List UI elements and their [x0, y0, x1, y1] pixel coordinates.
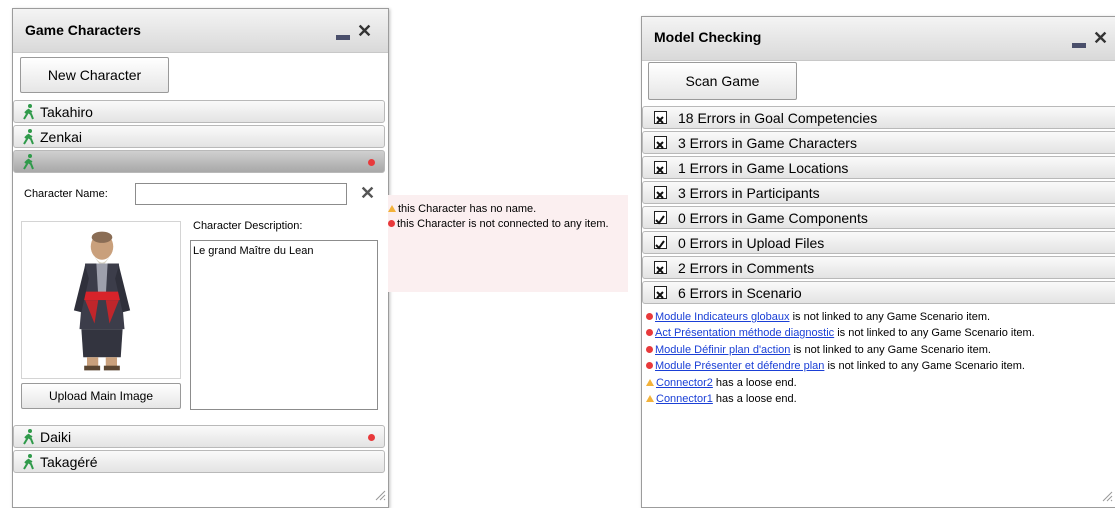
- x-box-icon: [654, 136, 667, 149]
- scenario-item-link[interactable]: Act Présentation méthode diagnostic: [655, 327, 834, 339]
- x-box-icon: [654, 161, 667, 174]
- error-category-row[interactable]: 18 Errors in Goal Competencies: [642, 106, 1115, 129]
- error-dot-icon: [646, 346, 653, 353]
- x-box-icon: [654, 186, 667, 199]
- character-portrait-image: [73, 231, 131, 371]
- scenario-detail-line: Module Présenter et défendre plan is not…: [646, 360, 1025, 373]
- scenario-detail-line: Act Présentation méthode diagnostic is n…: [646, 327, 1035, 340]
- character-description-label: Character Description:: [193, 220, 303, 232]
- scenario-detail-line: Module Définir plan d'action is not link…: [646, 344, 991, 357]
- clear-name-icon[interactable]: ✕: [360, 184, 375, 202]
- character-row-daiki[interactable]: Daiki: [13, 425, 385, 448]
- close-icon[interactable]: ✕: [357, 22, 372, 40]
- panel-title: Model Checking: [654, 29, 762, 45]
- character-name-label: Character Name:: [24, 188, 108, 200]
- error-dot-icon: [646, 329, 653, 336]
- character-row-takahiro[interactable]: Takahiro: [13, 100, 385, 123]
- error-dot-icon: [388, 220, 395, 227]
- error-category-row[interactable]: 2 Errors in Comments: [642, 256, 1115, 279]
- scan-game-button[interactable]: Scan Game: [648, 62, 797, 100]
- error-dot-icon: [646, 313, 653, 320]
- character-name: Daiki: [40, 429, 72, 445]
- panel-title: Game Characters: [25, 22, 141, 38]
- warning-icon: [388, 205, 396, 212]
- scenario-item-link[interactable]: Module Définir plan d'action: [655, 344, 790, 356]
- x-box-icon: [654, 286, 667, 299]
- error-category-row[interactable]: 0 Errors in Upload Files: [642, 231, 1115, 254]
- validation-message: this Character has no name.: [388, 203, 536, 216]
- characters-titlebar: Game Characters ✕: [13, 9, 388, 53]
- scenario-detail-line: Connector2 has a loose end.: [646, 377, 797, 390]
- x-box-icon: [654, 261, 667, 274]
- minimize-icon[interactable]: [336, 35, 350, 40]
- character-image-frame: [21, 221, 181, 379]
- new-character-button[interactable]: New Character: [20, 57, 169, 93]
- walking-person-icon: [23, 454, 34, 470]
- scenario-detail-line: Module Indicateurs globaux is not linked…: [646, 311, 990, 324]
- minimize-icon[interactable]: [1072, 43, 1086, 48]
- character-row-takagere[interactable]: Takagéré: [13, 450, 385, 473]
- walking-person-icon: [23, 429, 34, 445]
- character-name: Takagéré: [40, 454, 98, 470]
- close-icon[interactable]: ✕: [1093, 29, 1108, 47]
- check-box-icon: [654, 211, 667, 225]
- error-category-row[interactable]: 3 Errors in Participants: [642, 181, 1115, 204]
- resize-grip-icon[interactable]: [374, 489, 386, 501]
- scenario-item-link[interactable]: Connector2: [656, 377, 713, 389]
- error-category-row[interactable]: 3 Errors in Game Characters: [642, 131, 1115, 154]
- error-dot-icon: [368, 434, 375, 441]
- scenario-detail-line: Connector1 has a loose end.: [646, 393, 797, 406]
- error-category-row[interactable]: 0 Errors in Game Components: [642, 206, 1115, 229]
- character-name: Takahiro: [40, 104, 93, 120]
- character-row-zenkai[interactable]: Zenkai: [13, 125, 385, 148]
- warning-icon: [646, 395, 654, 402]
- character-description-input[interactable]: Le grand Maître du Lean: [190, 240, 378, 410]
- scenario-item-link[interactable]: Connector1: [656, 393, 713, 405]
- x-box-icon: [654, 111, 667, 124]
- error-category-row[interactable]: 1 Errors in Game Locations: [642, 156, 1115, 179]
- walking-person-icon: [23, 104, 34, 120]
- character-row-selected[interactable]: [13, 150, 385, 173]
- error-dot-icon: [646, 362, 653, 369]
- model-titlebar: Model Checking ✕: [642, 17, 1115, 61]
- game-characters-panel: Game Characters ✕ New Character Takahiro…: [12, 8, 389, 508]
- scenario-item-link[interactable]: Module Présenter et défendre plan: [655, 360, 824, 372]
- upload-main-image-button[interactable]: Upload Main Image: [21, 383, 181, 409]
- check-box-icon: [654, 236, 667, 250]
- walking-person-icon: [23, 154, 34, 170]
- validation-message: this Character is not connected to any i…: [388, 218, 613, 231]
- resize-grip-icon[interactable]: [1101, 490, 1113, 502]
- validation-messages-box: this Character has no name. this Charact…: [388, 195, 628, 292]
- walking-person-icon: [23, 129, 34, 145]
- error-dot-icon: [368, 159, 375, 166]
- error-category-row[interactable]: 6 Errors in Scenario: [642, 281, 1115, 304]
- character-name: Zenkai: [40, 129, 83, 145]
- warning-icon: [646, 379, 654, 386]
- scenario-item-link[interactable]: Module Indicateurs globaux: [655, 311, 790, 323]
- character-name-input[interactable]: [135, 183, 347, 205]
